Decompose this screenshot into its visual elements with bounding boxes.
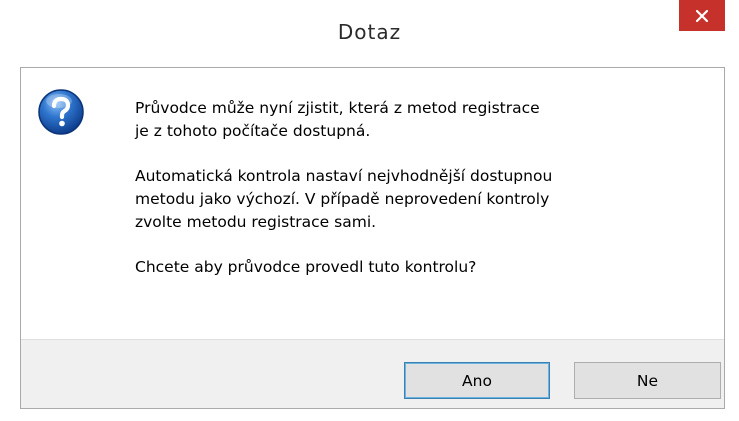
message-area: Průvodce může nyní zjistit, která z meto… <box>21 68 724 339</box>
title-bar[interactable]: Dotaz <box>0 0 739 67</box>
message-paragraph-1: Průvodce může nyní zjistit, která z meto… <box>135 97 715 143</box>
question-icon <box>38 89 84 135</box>
dialog-window: Dotaz Průvodce může nyní zjistit, která … <box>0 0 739 421</box>
button-bar: Ano Ne <box>21 339 724 408</box>
message-line-1: Průvodce může nyní zjistit, která z meto… <box>135 99 540 117</box>
message-paragraph-2: Automatická kontrola nastaví nejvhodnějš… <box>135 165 715 234</box>
message-line-4: metodu jako výchozí. V případě neprovede… <box>135 190 550 208</box>
message-line-2: je z tohoto počítače dostupná. <box>135 122 371 140</box>
message-line-3: Automatická kontrola nastaví nejvhodnějš… <box>135 167 553 185</box>
dialog-body: Průvodce může nyní zjistit, která z meto… <box>20 67 725 409</box>
close-icon <box>695 9 709 22</box>
message-line-5: zvolte metodu registrace sami. <box>135 213 377 231</box>
close-button[interactable] <box>679 0 725 31</box>
no-button[interactable]: Ne <box>574 362 721 399</box>
message-line-6: Chcete aby průvodce provedl tuto kontrol… <box>135 258 477 276</box>
message-paragraph-3: Chcete aby průvodce provedl tuto kontrol… <box>135 256 715 279</box>
message-text: Průvodce může nyní zjistit, která z meto… <box>135 97 715 279</box>
yes-button[interactable]: Ano <box>404 362 550 399</box>
dialog-title: Dotaz <box>337 20 402 44</box>
